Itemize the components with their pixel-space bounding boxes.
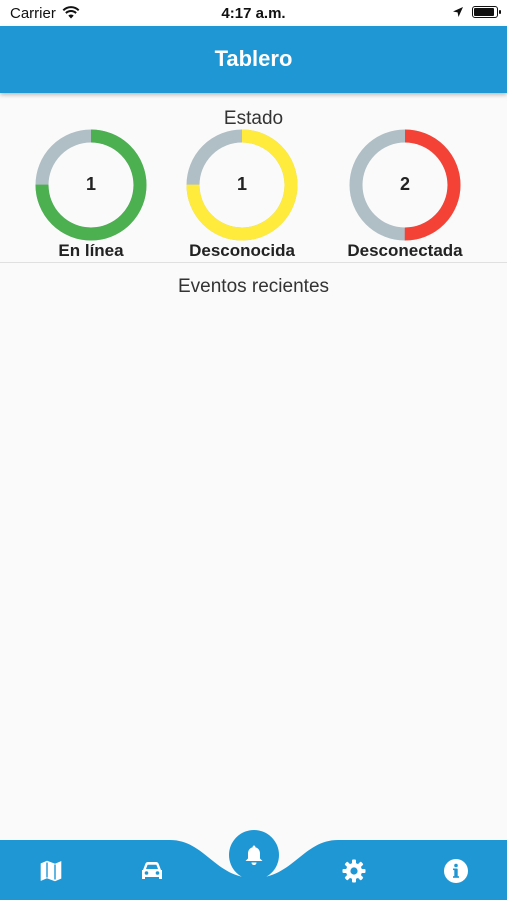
gear-icon — [342, 859, 366, 883]
map-icon — [39, 859, 63, 883]
gauge-online: 1 En línea — [11, 128, 171, 263]
gauge-count: 2 — [399, 174, 410, 194]
divider — [0, 262, 507, 263]
battery-icon — [472, 6, 501, 18]
gauge-disconnected: 2 Desconectada — [325, 128, 485, 263]
page-title: Tablero — [214, 46, 293, 71]
nav-vehicles-button[interactable] — [132, 851, 172, 891]
status-bar: Carrier 4:17 a.m. — [0, 0, 507, 26]
bottom-nav — [0, 830, 507, 900]
app-bar: Tablero — [0, 26, 507, 93]
nav-dashboard-button[interactable] — [229, 830, 279, 880]
location-arrow-icon — [453, 7, 463, 17]
gauge-label: Desconocida — [189, 241, 295, 260]
nav-settings-button[interactable] — [334, 851, 374, 891]
clock: 4:17 a.m. — [221, 5, 286, 22]
gauge-unknown: 1 Desconocida — [162, 128, 322, 263]
status-section-title: Estado — [223, 108, 284, 129]
recent-events-title: Eventos recientes — [177, 276, 330, 297]
car-icon — [142, 862, 162, 879]
nav-info-button[interactable] — [436, 851, 476, 891]
bell-icon — [245, 845, 263, 865]
gauge-count: 1 — [236, 174, 247, 194]
gauge-label: Desconectada — [347, 241, 463, 260]
info-icon — [444, 859, 468, 883]
gauge-count: 1 — [85, 174, 96, 194]
gauge-label: En línea — [58, 241, 124, 260]
nav-map-button[interactable] — [31, 851, 71, 891]
